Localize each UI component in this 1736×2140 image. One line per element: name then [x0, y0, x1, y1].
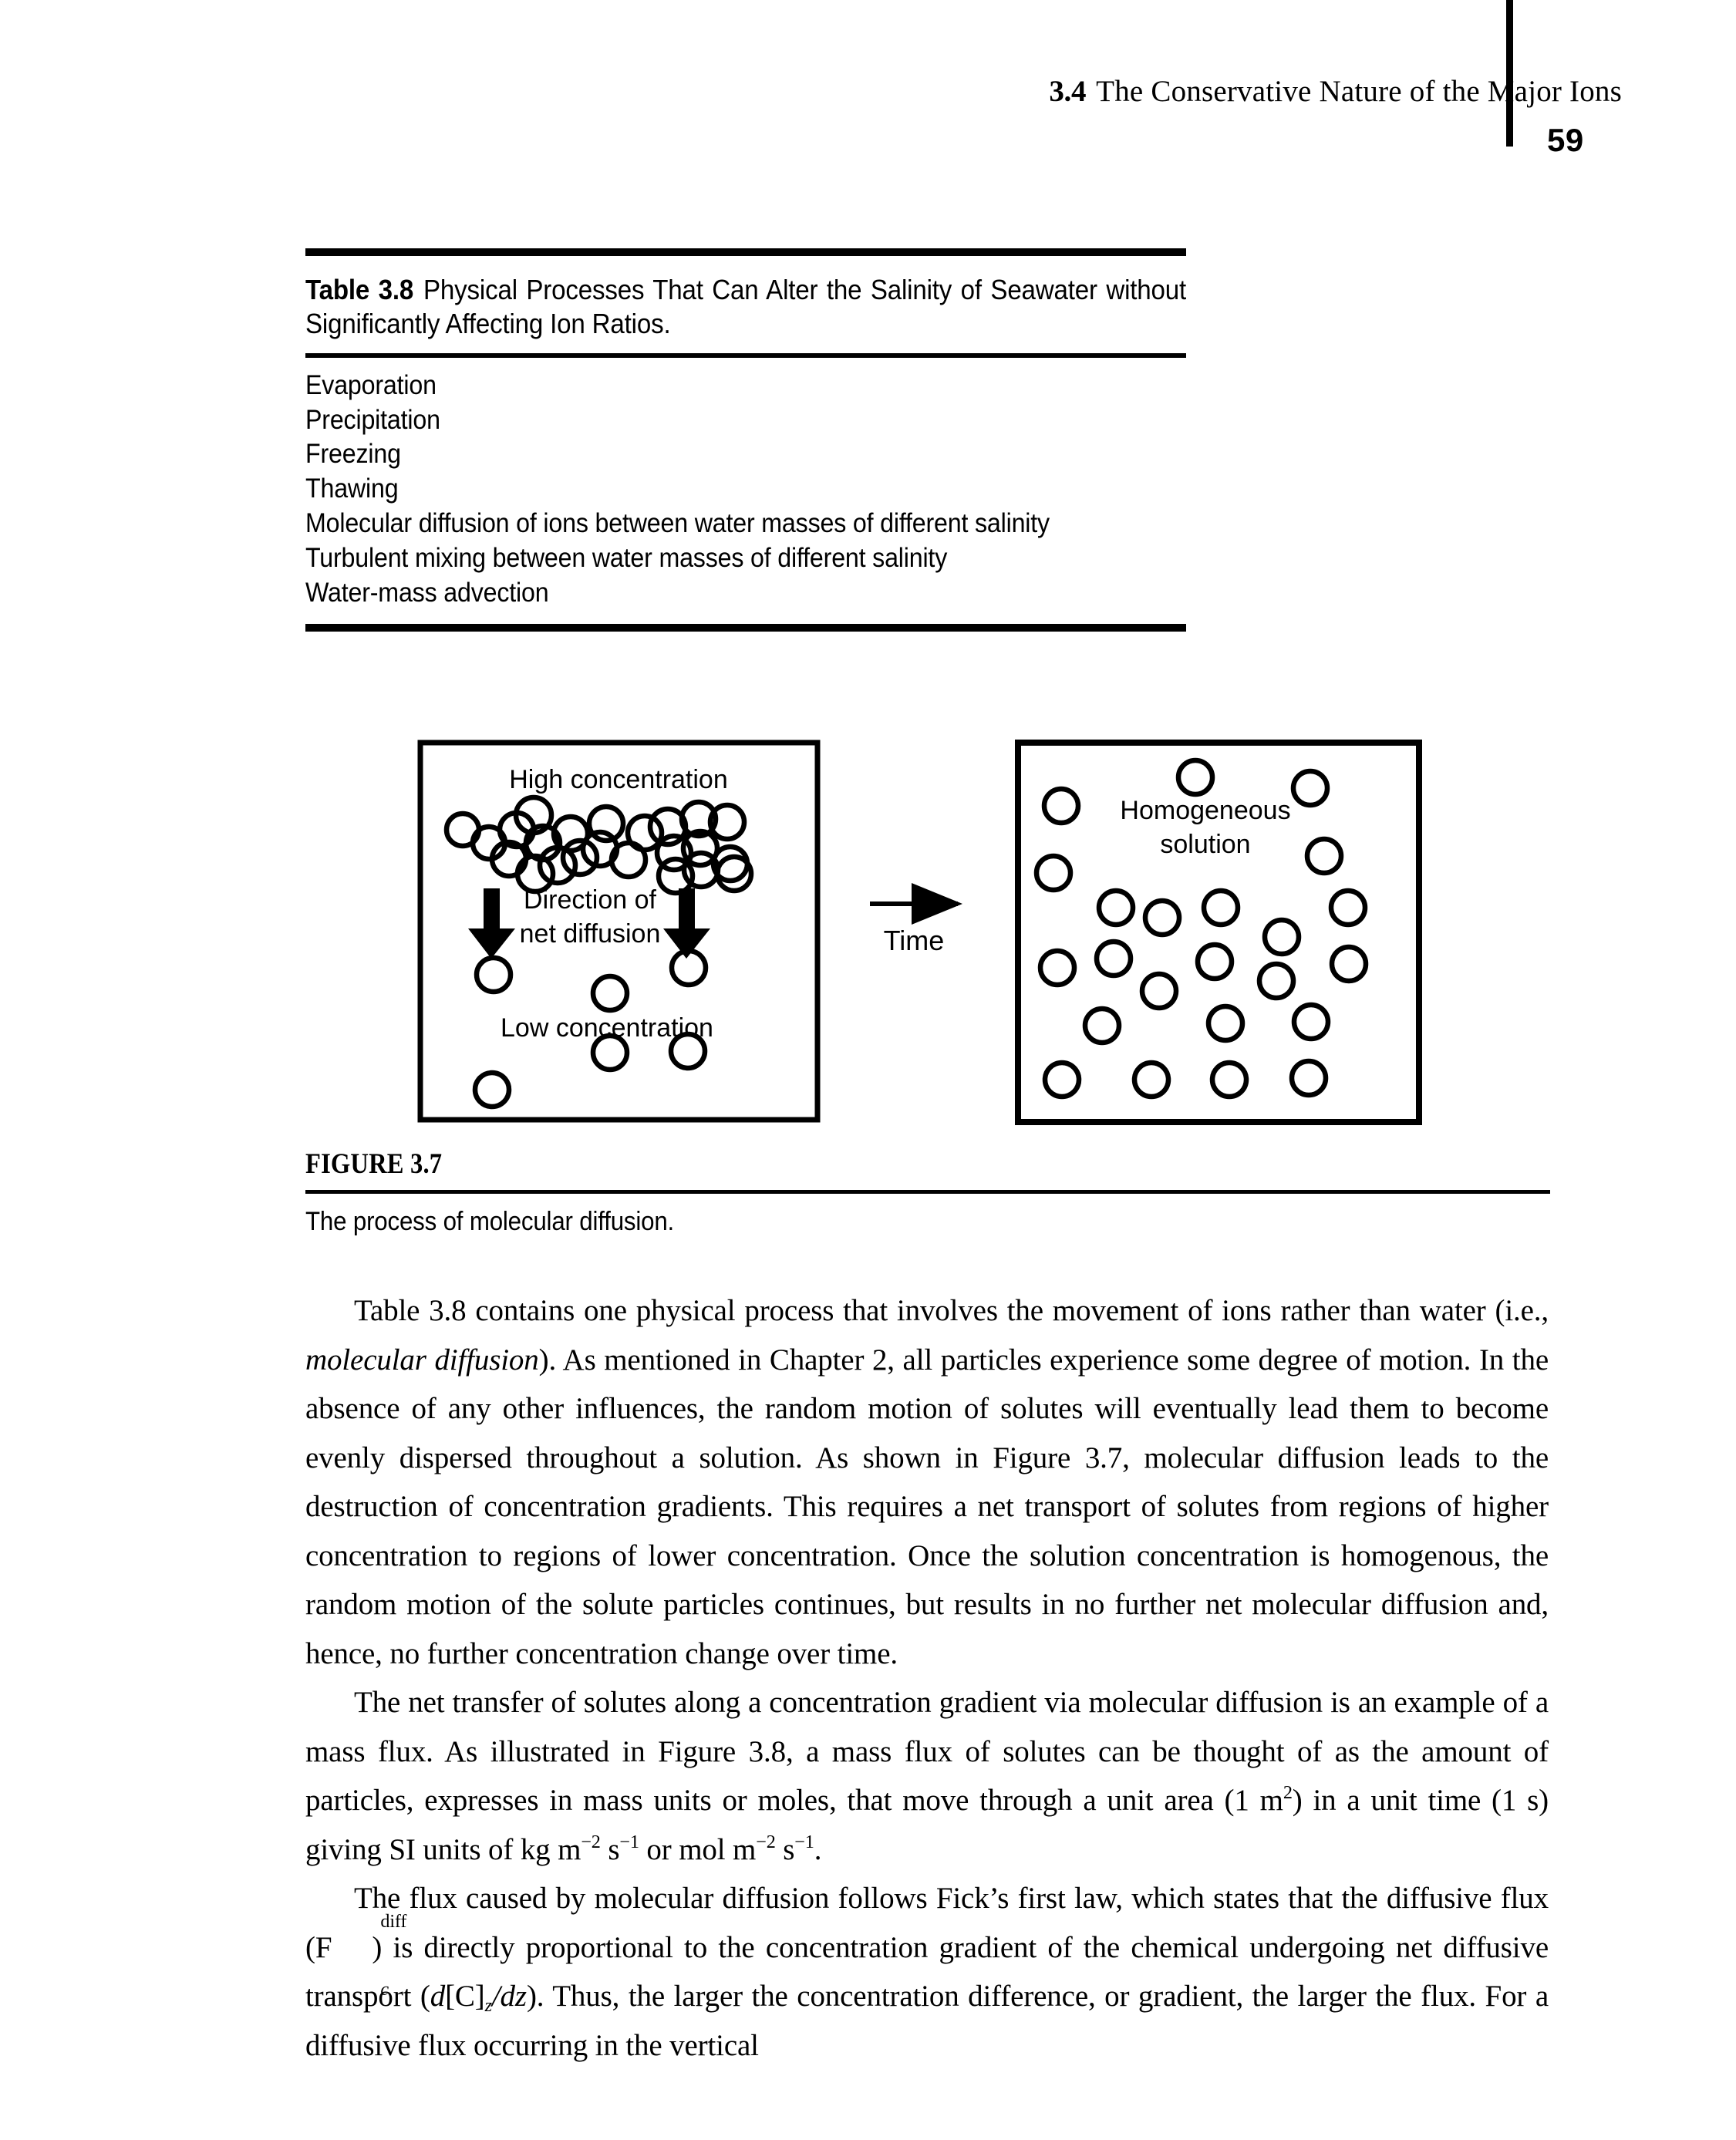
table-bottom-rule [305, 624, 1186, 632]
p1-part-a: Table 3.8 contains one physical process … [354, 1294, 1549, 1327]
table-row: Molecular diffusion of ions between wate… [305, 508, 1050, 538]
p2-part-e: s [775, 1832, 795, 1866]
header-vertical-rule [1506, 0, 1513, 147]
p2-part-c: s [600, 1832, 620, 1866]
homogeneous-particles [1033, 757, 1369, 1100]
table-row: Water-mass advection [305, 577, 549, 608]
diffusion-direction-label-line1: Direction of [524, 885, 657, 915]
p1-part-b: ). As mentioned in Chapter 2, all partic… [305, 1343, 1549, 1670]
diffusion-arrow-left [468, 888, 515, 959]
figure-label: FIGURE 3.7 [305, 1148, 443, 1180]
paragraph-3: The flux caused by molecular diffusion f… [305, 1874, 1549, 2070]
right-panel-box [1015, 740, 1422, 1125]
figure-caption-block: FIGURE 3.7 The process of molecular diff… [305, 1148, 1550, 1237]
table-row: Thawing [305, 473, 399, 504]
p2-sup-1: 2 [1283, 1782, 1293, 1804]
left-panel-box [417, 740, 821, 1123]
table-row: Evaporation [305, 369, 437, 400]
table-3-8: Table 3.8 Physical Processes That Can Alt… [305, 248, 1186, 632]
table-body: Evaporation Precipitation Freezing Thawi… [305, 358, 1186, 625]
table-caption-text: Physical Processes That Can Alter the Sa… [305, 274, 1187, 339]
p3-italic-z: z [484, 1994, 492, 2016]
p3-subscript-c: c [380, 1978, 389, 2000]
high-concentration-particles [443, 794, 754, 896]
low-concentration-particles [472, 948, 709, 1110]
homogeneous-solution-label-line2: solution [1160, 830, 1250, 859]
p2-part-d: or mol m [639, 1832, 757, 1866]
table-row: Freezing [305, 439, 401, 470]
figure-caption-text: The process of molecular diffusion. [305, 1207, 675, 1236]
p2-sup-4: −2 [756, 1831, 776, 1852]
table-label: Table 3.8 [305, 274, 414, 305]
paragraph-2: The net transfer of solutes along a conc… [305, 1678, 1549, 1874]
table-top-rule [305, 248, 1186, 256]
p1-italic: molecular diffusion [305, 1343, 539, 1377]
p2-sup-3: −1 [619, 1831, 639, 1852]
time-label: Time [884, 925, 945, 956]
p2-part-f: . [814, 1832, 822, 1866]
p2-sup-2: −2 [581, 1831, 601, 1852]
p3-italic-dz: /dz [491, 1980, 527, 2013]
homogeneous-solution-label-line1: Homogeneous [1120, 796, 1290, 825]
diffusion-arrow-right [663, 888, 710, 959]
low-concentration-label: Low concentration [501, 1013, 713, 1043]
table-row: Turbulent mixing between water masses of… [305, 542, 948, 573]
diffusion-direction-label-line2: net diffusion [520, 919, 661, 949]
p3-italic-d: d [430, 1980, 446, 2013]
table-caption: Table 3.8 Physical Processes That Can Alt… [305, 256, 1186, 353]
running-head: 3.4 The Conservative Nature of the Major… [0, 0, 1736, 158]
figure-caption-rule [305, 1190, 1550, 1194]
table-row: Precipitation [305, 404, 440, 435]
page-number: 59 [1547, 122, 1584, 158]
paragraph-1: Table 3.8 contains one physical process … [305, 1286, 1549, 1678]
p3-superscript-diff: diff [380, 1911, 407, 1932]
p2-sup-5: −1 [794, 1831, 814, 1852]
running-head-title-group: 3.4 The Conservative Nature of the Major… [1049, 74, 1622, 109]
section-title: The Conservative Nature of the Major Ion… [1096, 75, 1622, 108]
p3-part-c: [C] [445, 1980, 485, 2013]
section-number: 3.4 [1049, 75, 1087, 108]
body-text: Table 3.8 contains one physical process … [305, 1286, 1549, 2070]
high-concentration-label: High concentration [509, 765, 728, 794]
